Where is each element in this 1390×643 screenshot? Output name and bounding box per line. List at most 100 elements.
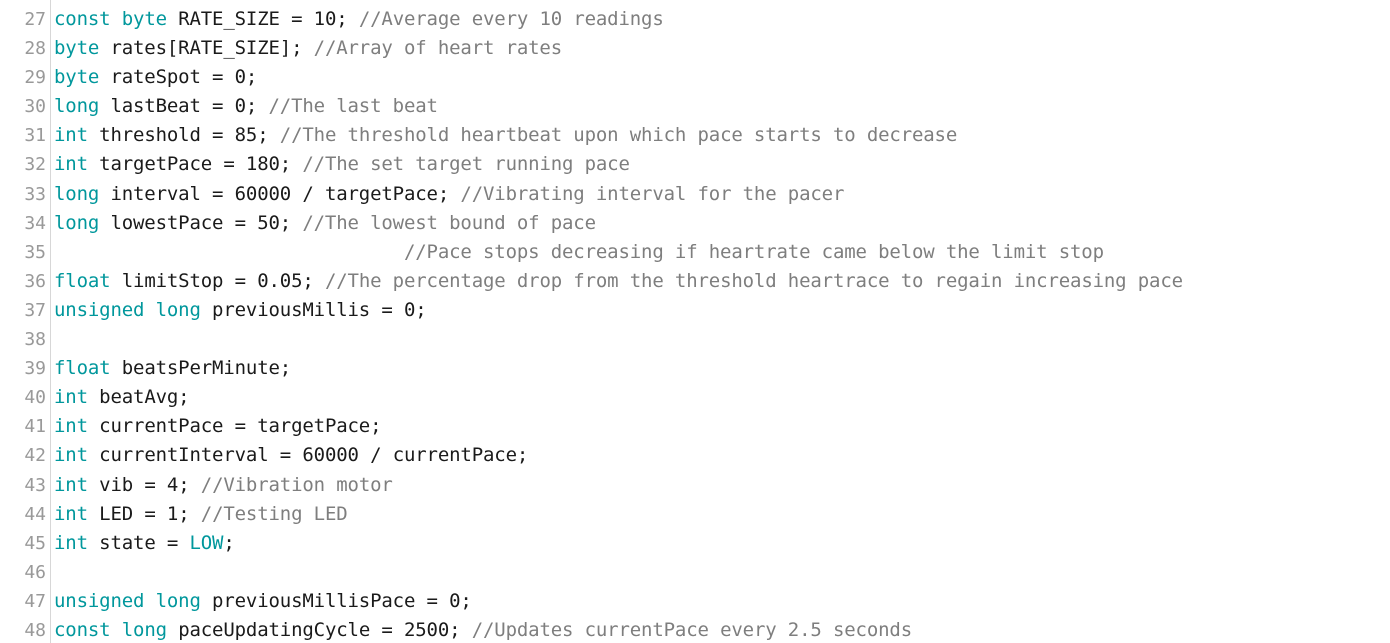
line-text[interactable]: int targetPace = 180; //The set target r… (54, 150, 630, 179)
code-token-op: ; (415, 298, 427, 321)
code-line[interactable]: 47 unsigned long previousMillisPace = 0; (0, 587, 1390, 616)
line-number: 29 (24, 67, 46, 89)
code-line[interactable]: 32 int targetPace = 180; //The set target… (0, 150, 1390, 179)
code-token-id: vib = (87, 473, 167, 496)
line-number: 40 (24, 387, 46, 409)
code-token-cm: //Vibration motor (200, 473, 393, 496)
code-line[interactable]: 40 int beatAvg; (0, 383, 1390, 412)
line-number: 34 (24, 212, 46, 234)
code-line[interactable]: 28 byte rates[RATE_SIZE]; //Array of hear… (0, 34, 1390, 63)
code-token-num: 60000 (234, 182, 292, 205)
line-number: 46 (24, 561, 46, 583)
line-text[interactable]: long lastBeat = 0; //The last beat (54, 92, 438, 121)
code-token-cm: //The percentage drop from the threshold… (324, 269, 1183, 292)
code-token-id: state = (87, 531, 190, 554)
code-token-id: rateSpot = (99, 66, 235, 89)
line-text[interactable]: long interval = 60000 / targetPace; //Vi… (54, 180, 844, 209)
code-token-cm: //The last beat (268, 95, 438, 118)
line-text[interactable]: int beatAvg; (54, 383, 190, 412)
code-token-num: 60000 (302, 444, 359, 467)
code-line[interactable]: 34 long lowestPace = 50; //The lowest bou… (0, 209, 1390, 238)
code-line[interactable]: 29 byte rateSpot = 0; (0, 63, 1390, 92)
line-text[interactable]: float limitStop = 0.05; //The percentage… (54, 267, 1183, 296)
code-line[interactable]: 48 const long paceUpdatingCycle = 2500; /… (0, 616, 1390, 643)
code-token-kw: byte (54, 37, 100, 60)
code-token-kw: long (54, 211, 100, 234)
code-token-id: / currentPace; (358, 444, 529, 467)
code-token-kw: byte (121, 8, 167, 30)
line-number: 31 (24, 125, 46, 147)
line-number: 47 (24, 590, 46, 612)
line-text[interactable]: const byte RATE_SIZE = 10; //Average eve… (54, 5, 664, 34)
code-token-num: 0 (403, 298, 416, 321)
code-line[interactable]: 37 unsigned long previousMillis = 0; (0, 296, 1390, 325)
code-token-id: RATE_SIZE = (166, 8, 314, 30)
code-token-kw: float (54, 269, 111, 292)
code-line[interactable]: 36 float limitStop = 0.05; //The percenta… (0, 267, 1390, 296)
code-token-cm: //Testing LED (200, 502, 348, 525)
line-text[interactable]: unsigned long previousMillisPace = 0; (54, 587, 472, 616)
code-line[interactable]: 41 int currentPace = targetPace; (0, 412, 1390, 441)
code-token-cm: //The threshold heartbeat upon which pac… (279, 124, 958, 147)
code-line[interactable]: 31 int threshold = 85; //The threshold he… (0, 121, 1390, 150)
line-number: 43 (24, 474, 46, 496)
line-number: 36 (24, 270, 46, 292)
code-token-cm: //Average every 10 readings (358, 8, 664, 30)
code-token-kw: long (54, 182, 100, 205)
line-text[interactable]: int LED = 1; //Testing LED (54, 500, 348, 529)
code-line[interactable]: 43 int vib = 4; //Vibration motor (0, 471, 1390, 500)
line-text[interactable]: int currentInterval = 60000 / currentPac… (54, 441, 528, 470)
code-token-op: ; (245, 95, 269, 118)
code-token-cm: //The lowest bound of pace (302, 211, 596, 234)
code-token-id: lastBeat = (99, 95, 235, 118)
code-token-kw: int (54, 415, 88, 438)
code-line[interactable]: 46 (0, 558, 1390, 587)
code-token-id: LED = (87, 502, 167, 525)
line-text[interactable]: int currentPace = targetPace; (54, 412, 382, 441)
code-line[interactable]: 45 int state = LOW; (0, 529, 1390, 558)
code-token-lit: LOW (189, 531, 224, 554)
code-token-kw: unsigned (54, 298, 145, 321)
line-text[interactable]: int threshold = 85; //The threshold hear… (54, 121, 957, 150)
code-line[interactable]: 35 //Pace stops decreasing if heartrate … (0, 238, 1390, 267)
code-line[interactable]: 27 const byte RATE_SIZE = 10; //Average e… (0, 5, 1390, 34)
code-token-kw: const (54, 618, 111, 641)
code-token-kw: float (54, 357, 111, 380)
line-text[interactable]: int state = LOW; (54, 529, 235, 558)
line-text[interactable]: //Pace stops decreasing if heartrate cam… (54, 238, 1104, 267)
code-token-kw: long (155, 298, 201, 321)
line-text[interactable]: float beatsPerMinute; (54, 354, 291, 383)
code-line[interactable]: 39 float beatsPerMinute; (0, 354, 1390, 383)
code-token-kw: byte (54, 66, 100, 89)
code-line[interactable]: 30 long lastBeat = 0; //The last beat (0, 92, 1390, 121)
line-text[interactable]: byte rateSpot = 0; (54, 63, 257, 92)
code-token-id: / targetPace; (291, 182, 461, 205)
line-text[interactable]: const long paceUpdatingCycle = 2500; //U… (54, 616, 912, 643)
code-token-kw: int (54, 444, 88, 467)
line-number: 37 (24, 299, 46, 321)
line-number: 48 (24, 619, 46, 641)
code-token-id: threshold = (87, 124, 235, 147)
code-token-cm: //The set target running pace (302, 153, 630, 176)
code-token-id: targetPace = (87, 153, 246, 176)
line-number: 33 (24, 183, 46, 205)
code-line[interactable]: 44 int LED = 1; //Testing LED (0, 500, 1390, 529)
code-lines-container[interactable]: 27 const byte RATE_SIZE = 10; //Average e… (0, 5, 1390, 643)
code-token-kw: int (54, 124, 88, 147)
line-text[interactable]: long lowestPace = 50; //The lowest bound… (54, 209, 596, 238)
code-token-op: ; (245, 66, 258, 89)
code-token-op: ; (178, 502, 201, 525)
line-text[interactable]: unsigned long previousMillis = 0; (54, 296, 427, 325)
code-line[interactable]: 42 int currentInterval = 60000 / currentP… (0, 441, 1390, 470)
code-editor-pane[interactable]: 27 const byte RATE_SIZE = 10; //Average e… (0, 0, 1390, 643)
code-token-id: interval = (99, 182, 235, 205)
line-text[interactable]: int vib = 4; //Vibration motor (54, 471, 393, 500)
code-line[interactable]: 38 (0, 325, 1390, 354)
code-token-kw: long (121, 618, 167, 641)
code-line[interactable]: 33 long interval = 60000 / targetPace; //… (0, 180, 1390, 209)
code-token-id: beatAvg; (87, 386, 190, 409)
line-text[interactable]: byte rates[RATE_SIZE]; //Array of heart … (54, 34, 562, 63)
